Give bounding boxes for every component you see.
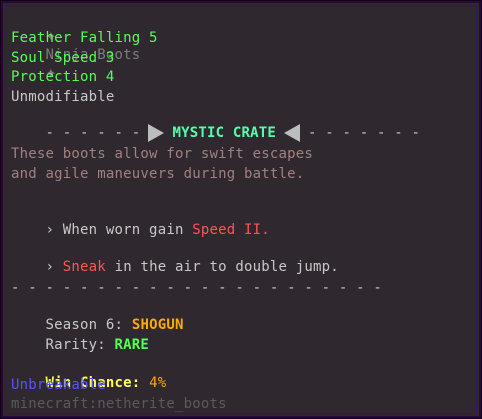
crate-label: MYSTIC CRATE	[172, 125, 276, 141]
arrow-left-icon	[283, 124, 300, 142]
crate-left-dashes: - - - - - -	[45, 125, 141, 141]
lore-line: These boots allow for swift escapes	[11, 146, 314, 162]
item-tooltip: ✦ Ninja Boots ✦ Feather Falling 5 Soul S…	[0, 0, 482, 419]
ability-highlight: Speed II.	[192, 222, 270, 238]
enchantment-line: Protection 4	[11, 69, 115, 85]
item-title-row: ✦ Ninja Boots ✦	[11, 9, 141, 82]
rarity-row: Rarity: RARE	[11, 318, 149, 353]
rarity-label: Rarity:	[45, 337, 115, 353]
item-id: minecraft:netherite_boots	[11, 396, 227, 412]
lore-line: and agile maneuvers during battle.	[11, 166, 305, 182]
crate-right-dashes: - - - - - - -	[307, 125, 421, 141]
enchantment-line: Soul Speed 3	[11, 50, 115, 66]
unbreakable-label: Unbreakable	[11, 377, 106, 393]
section-divider: - - - - - - - - - - - - - - - - - - - - …	[11, 280, 383, 296]
arrow-right-icon	[148, 124, 165, 142]
modifiable-status: Unmodifiable	[11, 89, 115, 105]
ability-highlight: Sneak	[62, 259, 106, 275]
win-chance-row: Win Chance: 4%	[11, 356, 167, 391]
ability-suffix: in the air to double jump.	[105, 259, 339, 275]
win-chance-value: 4%	[149, 375, 167, 391]
rarity-value: RARE	[114, 337, 150, 353]
ability-prefix: ›	[45, 259, 63, 275]
enchantment-line: Feather Falling 5	[11, 30, 158, 46]
crate-header: - - - - - - MYSTIC CRATE - - - - - - -	[11, 106, 420, 142]
ability-line: › Sneak in the air to double jump.	[11, 240, 339, 275]
ability-line: › When worn gain Speed II.	[11, 203, 270, 238]
season-row: Season 6: SHOGUN	[11, 298, 184, 333]
ability-prefix: › When worn gain	[45, 222, 193, 238]
